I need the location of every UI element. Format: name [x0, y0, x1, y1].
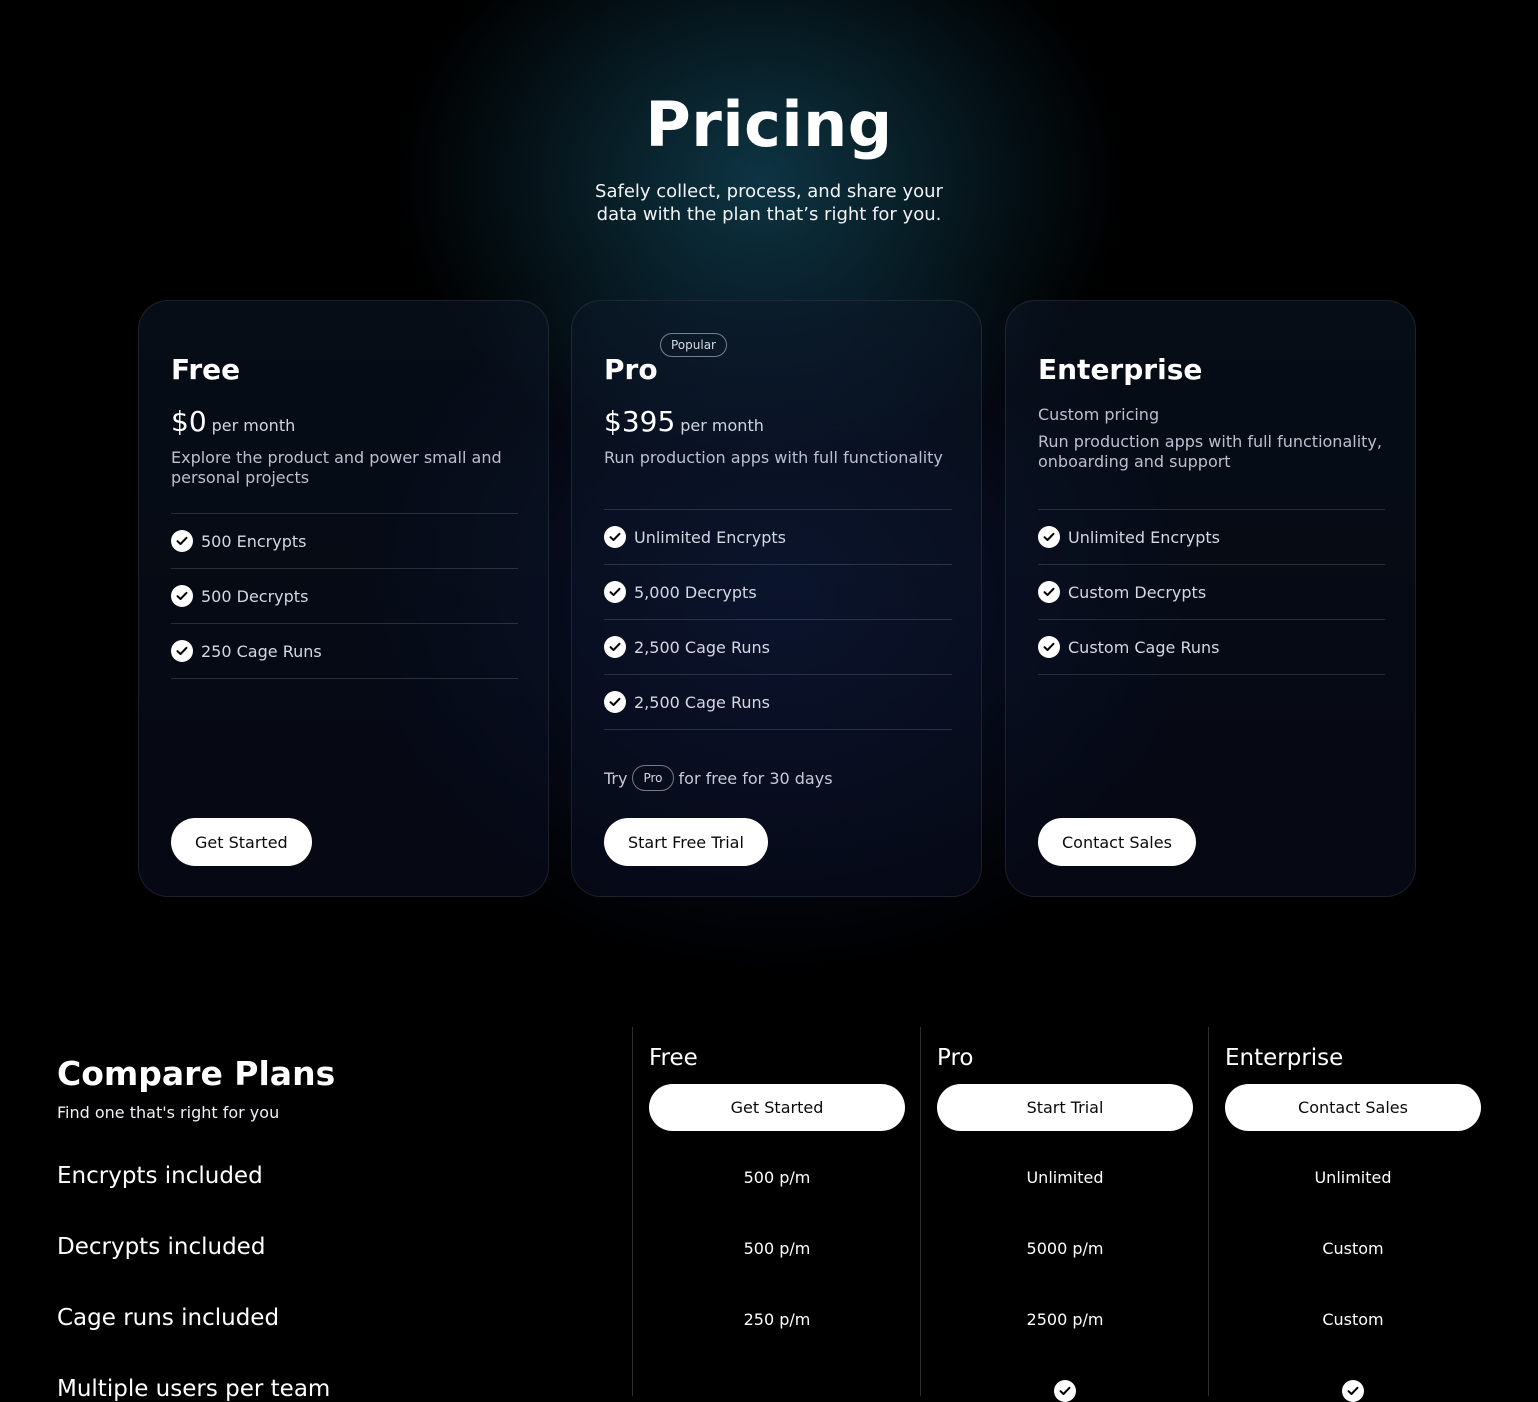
row-label-cage-runs: Cage runs included	[57, 1305, 280, 1331]
feature-list: Unlimited Encrypts 5,000 Decrypts 2,500 …	[604, 509, 952, 730]
compare-contact-sales-button[interactable]: Contact Sales	[1225, 1084, 1481, 1131]
check-circle-icon	[604, 691, 626, 713]
compare-col-enterprise: Enterprise	[1225, 1045, 1344, 1071]
column-divider	[1208, 1027, 1209, 1396]
cell-enterprise-decrypts: Custom	[1322, 1239, 1384, 1258]
cell-free-decrypts: 500 p/m	[743, 1239, 811, 1258]
plan-description: Explore the product and power small and …	[171, 448, 502, 487]
row-label-encrypts: Encrypts included	[57, 1163, 263, 1189]
plan-price: $0 per month	[171, 405, 295, 438]
feature-item: 2,500 Cage Runs	[604, 675, 952, 730]
feature-list: Unlimited Encrypts Custom Decrypts Custo…	[1038, 509, 1385, 675]
feature-item: Unlimited Encrypts	[604, 510, 952, 565]
check-circle-icon	[1342, 1380, 1364, 1402]
check-circle-icon	[171, 585, 193, 607]
trial-note: Try Pro for free for 30 days	[604, 765, 833, 791]
check-circle-icon	[604, 581, 626, 603]
price-amount: $395	[604, 405, 676, 438]
cell-pro-cage-runs: 2500 p/m	[1026, 1310, 1104, 1329]
compare-title: Compare Plans	[57, 1054, 336, 1093]
feature-item: 250 Cage Runs	[171, 624, 518, 679]
pro-pill: Pro	[632, 765, 674, 791]
page-title: Pricing	[645, 88, 893, 161]
cell-free-cage-runs: 250 p/m	[743, 1310, 811, 1329]
plan-description: Run production apps with full functional…	[1038, 432, 1382, 471]
feature-item: Custom Cage Runs	[1038, 620, 1385, 675]
check-circle-icon	[604, 526, 626, 548]
cell-enterprise-encrypts: Unlimited	[1314, 1168, 1392, 1187]
compare-start-trial-button[interactable]: Start Trial	[937, 1084, 1193, 1131]
plan-card-pro: Pro Popular $395 per month Run production…	[571, 300, 982, 897]
custom-pricing: Custom pricing	[1038, 405, 1160, 424]
compare-get-started-button[interactable]: Get Started	[649, 1084, 905, 1131]
check-circle-icon	[1038, 636, 1060, 658]
feature-item: 500 Decrypts	[171, 569, 518, 624]
plan-card-free: Free $0 per month Explore the product and…	[138, 300, 549, 897]
compare-col-pro: Pro	[937, 1045, 974, 1071]
feature-item: Custom Decrypts	[1038, 565, 1385, 620]
plan-description: Run production apps with full functional…	[604, 448, 943, 467]
feature-item: Unlimited Encrypts	[1038, 510, 1385, 565]
feature-item: 500 Encrypts	[171, 514, 518, 569]
plan-name: Enterprise	[1038, 353, 1203, 386]
price-amount: $0	[171, 405, 207, 438]
cell-pro-decrypts: 5000 p/m	[1026, 1239, 1104, 1258]
feature-item: 2,500 Cage Runs	[604, 620, 952, 675]
plan-name: Pro	[604, 353, 658, 386]
compare-col-free: Free	[649, 1045, 698, 1071]
feature-list: 500 Encrypts 500 Decrypts 250 Cage Runs	[171, 513, 518, 679]
plan-name: Free	[171, 353, 241, 386]
check-circle-icon	[1038, 526, 1060, 548]
cell-enterprise-cage-runs: Custom	[1322, 1310, 1384, 1329]
plan-price: $395 per month	[604, 405, 764, 438]
check-circle-icon	[1038, 581, 1060, 603]
check-circle-icon	[1054, 1380, 1076, 1402]
price-period: per month	[680, 416, 764, 435]
row-label-multiple-users: Multiple users per team	[57, 1376, 331, 1402]
get-started-button[interactable]: Get Started	[171, 818, 312, 866]
price-period: per month	[211, 416, 296, 435]
check-circle-icon	[171, 530, 193, 552]
start-free-trial-button[interactable]: Start Free Trial	[604, 818, 768, 866]
compare-subtitle: Find one that's right for you	[57, 1103, 280, 1122]
page-subtitle: Safely collect, process, and share your …	[595, 181, 943, 225]
check-circle-icon	[604, 636, 626, 658]
cell-pro-encrypts: Unlimited	[1026, 1168, 1104, 1187]
popular-badge: Popular	[660, 333, 727, 357]
contact-sales-button[interactable]: Contact Sales	[1038, 818, 1196, 866]
column-divider	[632, 1027, 633, 1396]
row-label-decrypts: Decrypts included	[57, 1234, 266, 1260]
plan-card-enterprise: Enterprise Custom pricing Run production…	[1005, 300, 1416, 897]
check-circle-icon	[171, 640, 193, 662]
feature-item: 5,000 Decrypts	[604, 565, 952, 620]
cell-free-encrypts: 500 p/m	[743, 1168, 811, 1187]
column-divider	[920, 1027, 921, 1396]
